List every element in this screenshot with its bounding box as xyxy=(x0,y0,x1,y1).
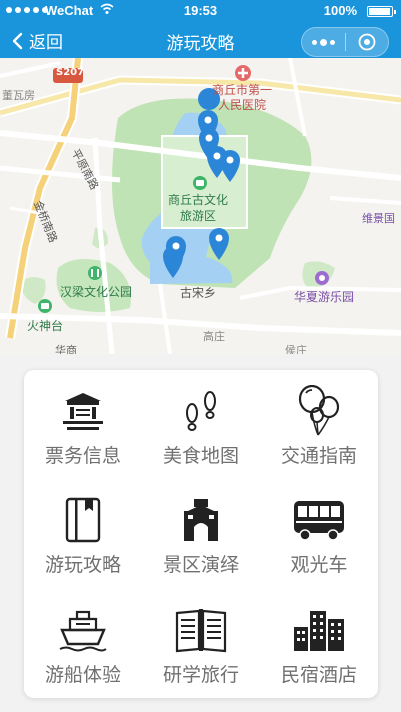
target-circle-icon xyxy=(358,33,376,51)
footprints-icon xyxy=(173,385,229,437)
menu-item-sightseeing-bus[interactable]: 观光车 xyxy=(260,479,378,588)
menu-label-study-tour: 研学旅行 xyxy=(162,663,239,686)
cruise-ship-icon xyxy=(55,604,111,656)
battery-percent: 100% xyxy=(323,3,357,18)
hotel-buildings-icon xyxy=(291,604,347,656)
scenic-map[interactable]: S207 董瓦房 商丘市第一 人民医院 平原南路 金桥南路 商丘古文化 旅游区 … xyxy=(0,58,401,354)
menu-item-performance[interactable]: 景区演绎 xyxy=(142,479,260,588)
map-label-hospital: 商丘市第一 人民医院 xyxy=(212,83,273,112)
open-book-icon xyxy=(173,604,229,656)
battery-icon xyxy=(367,6,396,17)
menu-item-transport[interactable]: 交通指南 xyxy=(260,370,378,479)
menu-item-study-tour[interactable]: 研学旅行 xyxy=(142,589,260,698)
map-label-dongwafang: 董瓦房 xyxy=(2,89,35,102)
menu-item-food-map[interactable]: 美食地图 xyxy=(142,370,260,479)
menu-label-performance: 景区演绎 xyxy=(162,554,239,577)
menu-label-sightseeing-bus: 观光车 xyxy=(290,554,348,577)
city-gate-icon xyxy=(173,494,229,546)
menu-label-boat: 游船体验 xyxy=(44,663,121,686)
map-label-s207: S207 xyxy=(56,67,85,78)
miniprogram-capsule xyxy=(301,27,389,57)
map-label-huaxia-park: 华夏游乐园 xyxy=(294,290,355,304)
map-label-gaozhuang: 高庄 xyxy=(203,330,225,343)
close-miniprogram-button[interactable] xyxy=(346,33,388,51)
menu-label-guide: 游玩攻略 xyxy=(44,554,121,577)
map-label-hua-road: 华商 xyxy=(55,344,77,354)
menu-item-tickets[interactable]: 票务信息 xyxy=(24,370,142,479)
map-label-scenic-area: 商丘古文化 旅游区 xyxy=(168,193,229,223)
map-label-huoshentai: 火神台 xyxy=(27,319,64,333)
menu-label-tickets: 票务信息 xyxy=(44,445,121,468)
navigation-bar: 返回 游玩攻略 xyxy=(0,22,401,58)
menu-item-boat[interactable]: 游船体验 xyxy=(24,589,142,698)
feature-menu-panel: 票务信息 美食地图 交通指南 游玩攻略 景区演绎 观光车 游船体验 研学旅行 民… xyxy=(24,370,378,698)
more-options-button[interactable] xyxy=(302,28,345,56)
menu-label-food-map: 美食地图 xyxy=(162,445,239,468)
status-bar: WeChat 19:53 100% xyxy=(0,0,401,22)
tour-bus-icon xyxy=(291,494,347,546)
menu-label-transport: 交通指南 xyxy=(280,445,357,468)
menu-item-guide[interactable]: 游玩攻略 xyxy=(24,479,142,588)
menu-item-hotels[interactable]: 民宿酒店 xyxy=(260,589,378,698)
map-label-hanliang-park: 汉梁文化公园 xyxy=(60,285,133,299)
map-label-guzong: 古宋乡 xyxy=(180,286,217,300)
ticket-gate-icon xyxy=(55,385,111,437)
guidebook-icon xyxy=(55,494,111,546)
map-label-weijing: 维景国 xyxy=(362,212,395,225)
balloons-icon xyxy=(291,385,347,437)
map-label-houzhuang: 侯庄 xyxy=(285,344,307,354)
menu-label-hotels: 民宿酒店 xyxy=(280,663,357,686)
